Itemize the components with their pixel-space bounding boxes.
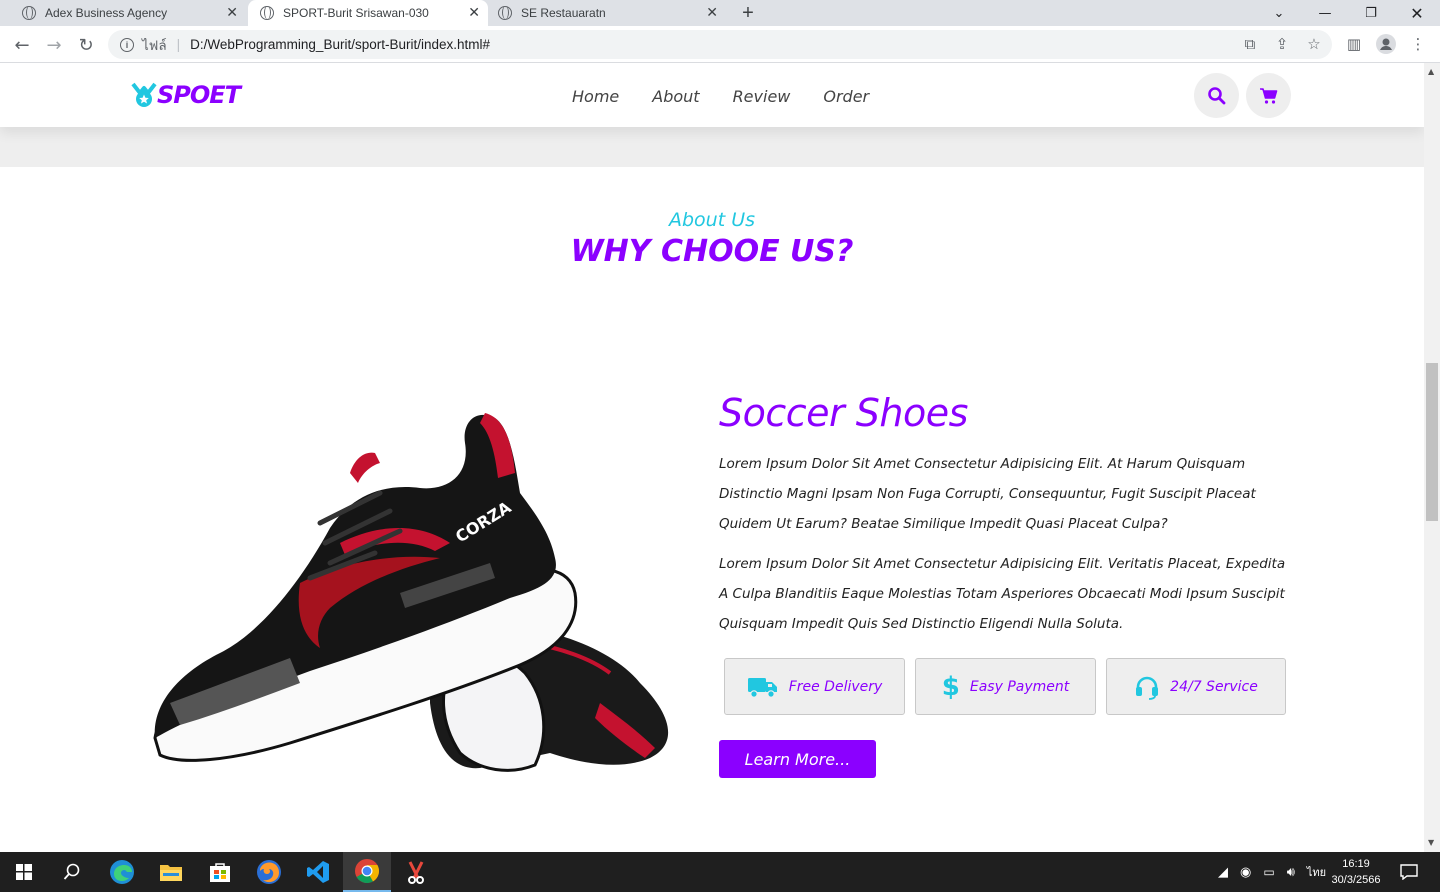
tab-title: SE Restauaratn xyxy=(521,6,606,20)
windows-logo-icon xyxy=(16,864,32,880)
logo-text: SPOET xyxy=(157,81,241,109)
start-button[interactable] xyxy=(0,852,48,892)
folder-icon xyxy=(160,865,182,881)
notification-icon xyxy=(1400,864,1418,880)
previous-section-strip xyxy=(0,127,1424,167)
bookmark-star-icon[interactable]: ☆ xyxy=(1304,34,1324,54)
clock-date: 30/3/2566 xyxy=(1331,874,1381,886)
nav-review[interactable]: Review xyxy=(733,87,791,106)
close-tab-icon[interactable]: ✕ xyxy=(468,4,480,21)
side-panel-icon[interactable]: ▥ xyxy=(1344,34,1364,54)
feature-free-delivery[interactable]: Free Delivery xyxy=(724,658,905,715)
tab-search-chevron-icon[interactable]: ⌄ xyxy=(1256,0,1302,26)
scroll-up-arrow[interactable]: ▲ xyxy=(1428,67,1434,76)
info-icon[interactable]: i xyxy=(120,37,134,52)
notification-button[interactable] xyxy=(1394,852,1424,892)
tab-title: SPORT-Burit Srisawan-030 xyxy=(283,6,429,20)
clock-time: 16:19 xyxy=(1342,858,1370,870)
feature-label: 24/7 Service xyxy=(1170,678,1258,695)
headset-icon xyxy=(1136,676,1159,700)
search-icon xyxy=(63,863,80,880)
edge-app[interactable] xyxy=(98,852,146,892)
edge-icon xyxy=(110,860,134,884)
taskbar-search-button[interactable] xyxy=(48,852,96,892)
firefox-icon xyxy=(257,860,281,884)
tab-adex[interactable]: Adex Business Agency ✕ xyxy=(0,0,246,26)
feature-label: Easy Payment xyxy=(969,678,1070,695)
main-nav: Home About Review Order xyxy=(572,87,869,106)
page-scrollbar[interactable]: ▲ ▼ xyxy=(1424,63,1440,852)
volume-icon[interactable]: 🔊︎ xyxy=(1287,864,1295,880)
search-button[interactable] xyxy=(1194,73,1239,118)
url-text: D:/WebProgramming_Burit/sport-Burit/inde… xyxy=(190,37,491,52)
site-logo[interactable]: SPOET xyxy=(131,81,241,109)
file-explorer-app[interactable] xyxy=(147,852,195,892)
globe-icon xyxy=(498,6,512,20)
scissors-icon xyxy=(408,861,424,884)
vscode-icon xyxy=(307,861,329,883)
chrome-app[interactable] xyxy=(343,852,391,892)
battery-icon[interactable]: ▭ xyxy=(1263,865,1274,879)
feature-easy-payment[interactable]: $ Easy Payment xyxy=(915,658,1096,715)
feature-24-7-service[interactable]: 24/7 Service xyxy=(1106,658,1286,715)
translate-icon[interactable]: ⧉ xyxy=(1240,34,1260,54)
cart-button[interactable] xyxy=(1246,73,1291,118)
section-subtitle: About Us xyxy=(668,209,756,231)
restore-button[interactable]: ❐ xyxy=(1348,0,1394,26)
about-paragraph-1: Lorem Ipsum Dolor Sit Amet Consectetur A… xyxy=(719,456,1256,532)
tab-se-restaurant[interactable]: SE Restauaratn ✕ xyxy=(488,0,726,26)
globe-icon xyxy=(22,6,36,20)
menu-icon[interactable]: ⋮ xyxy=(1408,34,1428,54)
scheme-label: ไฟล์ xyxy=(142,37,167,53)
meet-icon[interactable]: ◉ xyxy=(1240,864,1251,880)
site-header: SPOET Home About Review Order xyxy=(0,63,1424,127)
minimize-button[interactable]: — xyxy=(1302,0,1348,26)
truck-icon xyxy=(747,677,777,698)
windows-taskbar: ◢ ◉ ▭ 🔊︎ ไทย 16:19 30/3/2566 xyxy=(0,852,1440,892)
feature-label: Free Delivery xyxy=(788,678,883,695)
about-paragraph-2: Lorem Ipsum Dolor Sit Amet Consectetur A… xyxy=(719,556,1286,632)
close-window-button[interactable]: ✕ xyxy=(1394,0,1440,26)
vscode-app[interactable] xyxy=(294,852,342,892)
browser-tab-strip: Adex Business Agency ✕ SPORT-Burit Srisa… xyxy=(0,0,1440,26)
tab-sport[interactable]: SPORT-Burit Srisawan-030 ✕ xyxy=(248,0,488,26)
medal-icon xyxy=(131,82,157,108)
profile-avatar-icon[interactable] xyxy=(1376,34,1396,54)
dollar-icon: $ xyxy=(941,671,960,702)
scroll-down-arrow[interactable]: ▼ xyxy=(1428,838,1434,847)
cart-icon xyxy=(1259,87,1277,104)
nav-order[interactable]: Order xyxy=(823,87,869,106)
learn-more-button[interactable]: Learn More... xyxy=(719,740,876,778)
firefox-app[interactable] xyxy=(245,852,293,892)
browser-toolbar: ← → ↻ i ไฟล์ | D:/WebProgramming_Burit/s… xyxy=(0,26,1440,63)
close-tab-icon[interactable]: ✕ xyxy=(706,4,718,21)
address-bar[interactable]: i ไฟล์ | D:/WebProgramming_Burit/sport-B… xyxy=(108,30,1332,59)
nav-about[interactable]: About xyxy=(652,87,699,106)
nav-home[interactable]: Home xyxy=(572,87,619,106)
product-title: Soccer Shoes xyxy=(719,391,968,435)
store-icon xyxy=(210,863,230,882)
forward-button[interactable]: → xyxy=(42,33,66,57)
address-separator: | xyxy=(176,37,181,52)
section-title: WHY CHOOE US? xyxy=(570,234,854,269)
globe-icon xyxy=(260,6,274,20)
close-tab-icon[interactable]: ✕ xyxy=(226,4,238,21)
system-tray: ◢ ◉ ▭ 🔊︎ ไทย xyxy=(1218,852,1326,892)
shoe-image: CORZA xyxy=(150,403,680,773)
scrollbar-thumb[interactable] xyxy=(1426,363,1438,521)
reload-button[interactable]: ↻ xyxy=(74,33,98,57)
language-indicator[interactable]: ไทย xyxy=(1307,863,1326,881)
tab-title: Adex Business Agency xyxy=(45,6,168,20)
new-tab-button[interactable]: + xyxy=(736,0,760,26)
back-button[interactable]: ← xyxy=(10,33,34,57)
snipping-tool-app[interactable] xyxy=(392,852,440,892)
store-app[interactable] xyxy=(196,852,244,892)
page-viewport: SPOET Home About Review Order About Us W… xyxy=(0,63,1424,852)
share-icon[interactable]: ⇪ xyxy=(1272,34,1292,54)
chrome-icon xyxy=(355,859,380,884)
search-icon xyxy=(1207,86,1225,104)
network-icon[interactable]: ◢ xyxy=(1218,864,1228,880)
clock[interactable]: 16:19 30/3/2566 xyxy=(1326,852,1386,892)
